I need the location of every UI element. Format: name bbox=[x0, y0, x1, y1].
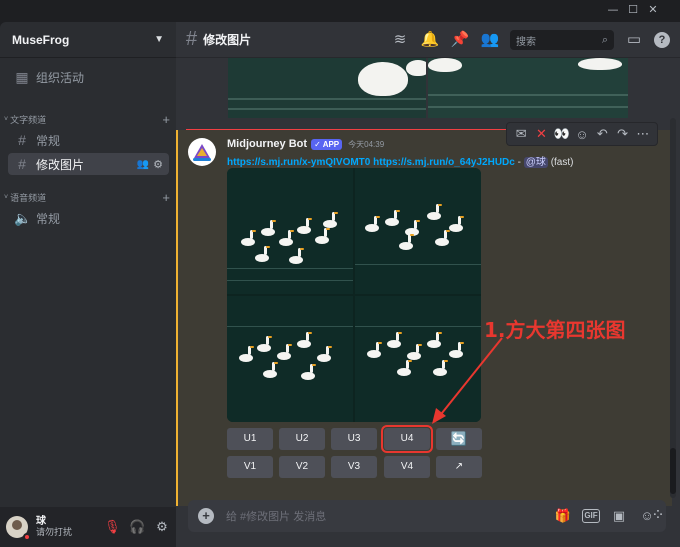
sidebar-item-label: 组织活动 bbox=[36, 70, 85, 85]
sidebar-item-label: 常规 bbox=[36, 133, 61, 148]
add-channel-icon[interactable]: + bbox=[162, 190, 170, 205]
separator: - bbox=[517, 157, 521, 168]
avatar[interactable] bbox=[188, 138, 216, 166]
chat-area: # 修改图片 ≋ 🔔 📌 👥 搜索 ⌕ ▭ ? ✉ ✕ 👀 ☺ ↶ ↷ ⋯ Mi… bbox=[176, 22, 680, 547]
message-actions: ✉ ✕ 👀 ☺ ↶ ↷ ⋯ bbox=[506, 122, 658, 146]
envelope-icon[interactable]: ✉ bbox=[513, 126, 529, 142]
mention-bar bbox=[176, 130, 178, 506]
scrollbar[interactable] bbox=[670, 118, 676, 498]
gear-icon[interactable]: ⚙ bbox=[153, 158, 163, 171]
image-quadrant-2 bbox=[355, 168, 481, 294]
scroll-thumb[interactable] bbox=[670, 448, 676, 494]
upscale-1-button[interactable]: U1 bbox=[227, 428, 273, 450]
mic-muted-icon[interactable]: 🎙 bbox=[104, 519, 121, 535]
image-quadrant-3 bbox=[227, 296, 353, 422]
close-icon[interactable]: ✕ bbox=[533, 126, 549, 142]
link[interactable]: https://s.mj.run/o_64yJ2HUDc bbox=[373, 157, 515, 168]
upscale-2-button[interactable]: U2 bbox=[279, 428, 325, 450]
user-mention[interactable]: @球 bbox=[523, 157, 548, 168]
search-icon: ⌕ bbox=[601, 33, 608, 46]
calendar-icon: ▦ bbox=[15, 68, 29, 85]
threads-icon[interactable]: ≋ bbox=[390, 30, 410, 50]
previous-image-right[interactable] bbox=[428, 58, 628, 118]
upscale-4-button[interactable]: U4 bbox=[381, 425, 433, 453]
maximize-icon[interactable]: ☐ bbox=[626, 3, 640, 17]
speaker-icon: 🔈 bbox=[14, 209, 32, 226]
search-placeholder: 搜索 bbox=[516, 36, 536, 48]
server-name: MuseFrog bbox=[12, 32, 70, 47]
category-label: 文字频道 bbox=[10, 114, 47, 125]
sidebar-item-label: 修改图片 bbox=[36, 157, 85, 172]
open-link-button[interactable]: ↗ bbox=[436, 456, 482, 478]
search-input[interactable]: 搜索 ⌕ bbox=[510, 30, 614, 50]
variation-3-button[interactable]: V3 bbox=[331, 456, 377, 478]
channel-header: # 修改图片 ≋ 🔔 📌 👥 搜索 ⌕ ▭ ? bbox=[176, 22, 680, 58]
username: 球 bbox=[36, 516, 46, 527]
message-content: https://s.mj.run/x-ymQIVOMT0 https://s.m… bbox=[227, 153, 573, 168]
upscale-3-button[interactable]: U3 bbox=[331, 428, 377, 450]
sticker-icon[interactable]: ▣ bbox=[610, 507, 628, 525]
variation-4-button[interactable]: V4 bbox=[384, 456, 430, 478]
image-quadrant-1 bbox=[227, 168, 353, 294]
apps-icon[interactable]: ⁘ bbox=[642, 500, 674, 532]
user-info[interactable]: 球 请勿打扰 bbox=[36, 516, 72, 538]
mode-label: (fast) bbox=[550, 157, 574, 168]
minimize-icon[interactable]: — bbox=[606, 3, 620, 17]
user-avatar-wrap[interactable] bbox=[6, 516, 31, 541]
sidebar-item-label: 常规 bbox=[36, 211, 61, 226]
dnd-status-icon bbox=[23, 533, 31, 541]
close-window-icon[interactable]: ✕ bbox=[646, 3, 660, 17]
inbox-icon[interactable]: ▭ bbox=[624, 30, 644, 50]
annotation-arrow bbox=[432, 337, 503, 424]
add-member-icon[interactable]: 👥 bbox=[137, 159, 149, 170]
gear-icon[interactable]: ⚙ bbox=[154, 519, 170, 535]
chevron-down-icon: ˅ bbox=[4, 193, 9, 201]
gif-icon[interactable]: GIF bbox=[582, 509, 600, 523]
help-icon[interactable]: ? bbox=[654, 32, 670, 48]
category-text-channels[interactable]: ˅ 文字频道 + bbox=[4, 112, 170, 127]
chevron-down-icon[interactable]: ▼ bbox=[154, 34, 164, 45]
server-header[interactable]: MuseFrog ▼ bbox=[0, 22, 176, 58]
hash-icon: # bbox=[18, 132, 26, 148]
user-panel: 球 请勿打扰 🎙 🎧 ⚙ bbox=[0, 507, 176, 547]
variation-1-button[interactable]: V1 bbox=[227, 456, 273, 478]
message-header: Midjourney Bot ✓ APP 今天04:39 bbox=[227, 138, 384, 150]
channel-sidebar: MuseFrog ▼ ▦ 组织活动 ˅ 文字频道 + # 常规 # 修改图片 👥… bbox=[0, 22, 176, 507]
category-label: 语音频道 bbox=[10, 192, 47, 203]
pin-icon[interactable]: 📌 bbox=[450, 30, 470, 50]
annotation-label: 1.方大第四张图 bbox=[484, 318, 626, 342]
add-attachment-icon[interactable]: + bbox=[198, 508, 214, 524]
variation-2-button[interactable]: V2 bbox=[279, 456, 325, 478]
members-icon[interactable]: 👥 bbox=[480, 30, 500, 50]
user-status: 请勿打扰 bbox=[36, 527, 73, 537]
sidebar-item-general-voice[interactable]: 🔈 常规 bbox=[8, 207, 169, 229]
add-channel-icon[interactable]: + bbox=[162, 112, 170, 127]
bell-icon[interactable]: 🔔 bbox=[420, 30, 440, 50]
author-name[interactable]: Midjourney Bot bbox=[227, 138, 307, 150]
hash-icon: # bbox=[18, 156, 26, 172]
link[interactable]: https://s.mj.run/x-ymQIVOMT0 bbox=[227, 157, 370, 168]
channel-title: 修改图片 bbox=[203, 33, 252, 47]
chevron-down-icon: ˅ bbox=[4, 115, 9, 123]
hash-icon: # bbox=[186, 28, 198, 50]
sidebar-item-events[interactable]: ▦ 组织活动 bbox=[8, 66, 169, 88]
forward-icon[interactable]: ↷ bbox=[615, 126, 631, 142]
more-icon[interactable]: ⋯ bbox=[635, 126, 651, 142]
input-placeholder: 给 #修改图片 发消息 bbox=[226, 511, 327, 523]
gift-icon[interactable]: 🎁 bbox=[554, 507, 572, 525]
message-input[interactable]: + 给 #修改图片 发消息 🎁 GIF ▣ ☺ bbox=[188, 500, 666, 532]
sidebar-item-edit-images[interactable]: # 修改图片 👥 ⚙ bbox=[8, 153, 169, 175]
reroll-button[interactable]: 🔄 bbox=[436, 428, 482, 450]
previous-image-left[interactable] bbox=[228, 58, 426, 118]
sidebar-item-general-text[interactable]: # 常规 bbox=[8, 129, 169, 151]
window-titlebar: — ☐ ✕ bbox=[0, 0, 680, 22]
add-reaction-icon[interactable]: ☺ bbox=[574, 127, 590, 142]
app-badge: ✓ APP bbox=[311, 138, 343, 150]
reply-icon[interactable]: ↶ bbox=[594, 126, 610, 142]
category-voice-channels[interactable]: ˅ 语音频道 + bbox=[4, 190, 170, 205]
headphones-icon[interactable]: 🎧 bbox=[129, 519, 145, 535]
eyes-icon[interactable]: 👀 bbox=[554, 126, 570, 142]
timestamp: 今天04:39 bbox=[348, 139, 385, 149]
